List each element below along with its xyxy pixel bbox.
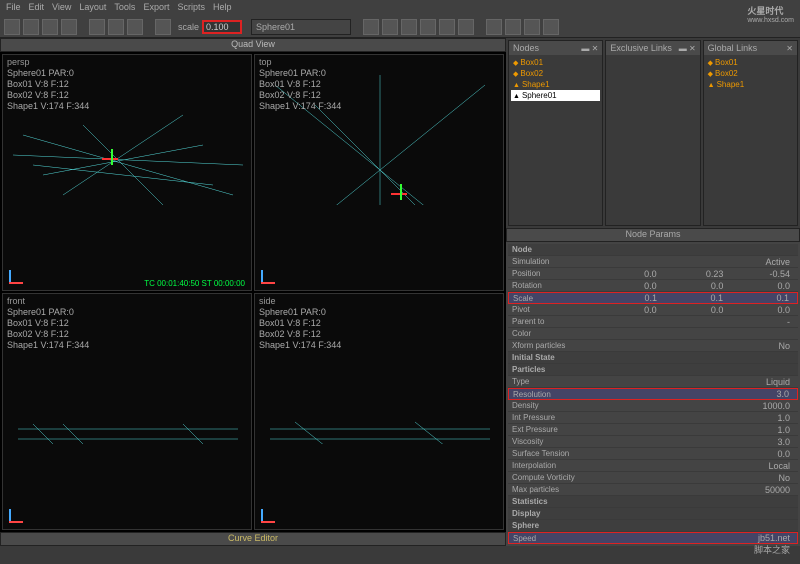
param-row[interactable]: Resolution3.0 [508, 388, 798, 400]
node-item[interactable]: Box02 [706, 68, 795, 79]
tool-icon[interactable] [439, 19, 455, 35]
menu-bar: File Edit View Layout Tools Export Scripts Help [0, 0, 800, 16]
curve-editor-title[interactable]: Curve Editor [0, 532, 506, 546]
param-row[interactable]: Ext Pressure1.0 [508, 424, 798, 436]
axis-icon [261, 499, 285, 523]
quad-viewport: perspSphere01 PAR:0Box01 V:8 F:12Box02 V… [0, 52, 506, 532]
tool-icon[interactable] [42, 19, 58, 35]
tool-icon[interactable] [420, 19, 436, 35]
scale-label: scale [178, 22, 199, 32]
viewport-persp[interactable]: perspSphere01 PAR:0Box01 V:8 F:12Box02 V… [2, 54, 252, 291]
nodes-panel: Nodes▬ ✕ Box01Box02Shape1Sphere01 [508, 40, 603, 226]
tool-icon[interactable] [505, 19, 521, 35]
node-params-title: Node Params [506, 228, 800, 242]
axis-icon [9, 260, 33, 284]
tool-icon[interactable] [458, 19, 474, 35]
param-row: Statistics [508, 496, 798, 508]
menu-edit[interactable]: Edit [29, 2, 45, 14]
param-row[interactable]: Max particles50000 [508, 484, 798, 496]
menu-layout[interactable]: Layout [79, 2, 106, 14]
quad-view-title: Quad View [0, 38, 506, 52]
tool-icon[interactable] [61, 19, 77, 35]
tool-icon[interactable] [382, 19, 398, 35]
param-row[interactable]: Pivot0.00.00.0 [508, 304, 798, 316]
param-row[interactable]: Scale0.10.10.1 [508, 292, 798, 304]
param-row[interactable]: Surface Tension0.0 [508, 448, 798, 460]
viewport-side[interactable]: sideSphere01 PAR:0Box01 V:8 F:12Box02 V:… [254, 293, 504, 530]
node-item[interactable]: Shape1 [706, 79, 795, 90]
param-row[interactable]: Parent to- [508, 316, 798, 328]
param-row[interactable]: Int Pressure1.0 [508, 412, 798, 424]
tool-icon[interactable] [4, 19, 20, 35]
menu-file[interactable]: File [6, 2, 21, 14]
viewport-top[interactable]: topSphere01 PAR:0Box01 V:8 F:12Box02 V:8… [254, 54, 504, 291]
scale-input[interactable] [202, 20, 242, 34]
node-params-panel: NodeSimulationActivePosition0.00.23-0.54… [506, 242, 800, 546]
node-item[interactable]: Box01 [706, 57, 795, 68]
param-row[interactable]: Rotation0.00.00.0 [508, 280, 798, 292]
panel-close-icon[interactable]: ▬ ✕ [679, 44, 696, 53]
param-row: Initial State [508, 352, 798, 364]
tool-icon[interactable] [401, 19, 417, 35]
global-links-panel: Global Links✕ Box01Box02Shape1 [703, 40, 798, 226]
logo: 火星时代www.hxsd.com [747, 4, 794, 24]
param-row[interactable]: Xform particlesNo [508, 340, 798, 352]
tool-icon[interactable] [486, 19, 502, 35]
param-row: Display [508, 508, 798, 520]
param-row[interactable]: Compute VorticityNo [508, 472, 798, 484]
param-row[interactable]: Color [508, 328, 798, 340]
transform-gizmo[interactable] [102, 149, 122, 169]
param-row: Particles [508, 364, 798, 376]
node-item[interactable]: Box01 [511, 57, 600, 68]
watermark: jb51.net脚本之家 [754, 533, 790, 556]
param-row[interactable]: TypeLiquid [508, 376, 798, 388]
param-row[interactable]: Density1000.0 [508, 400, 798, 412]
panel-close-icon[interactable]: ▬ ✕ [581, 44, 598, 53]
menu-help[interactable]: Help [213, 2, 232, 14]
menu-export[interactable]: Export [143, 2, 169, 14]
axis-icon [9, 499, 33, 523]
tool-icon[interactable] [543, 19, 559, 35]
node-item[interactable]: Shape1 [511, 79, 600, 90]
param-row: Node [508, 244, 798, 256]
param-row: Sphere [508, 520, 798, 532]
tool-icon[interactable] [155, 19, 171, 35]
toolbar: scale Sphere01 [0, 16, 800, 38]
menu-view[interactable]: View [52, 2, 71, 14]
tool-icon[interactable] [89, 19, 105, 35]
axis-icon [261, 260, 285, 284]
param-row[interactable]: Viscosity3.0 [508, 436, 798, 448]
node-item[interactable]: Sphere01 [511, 90, 600, 101]
param-row[interactable]: InterpolationLocal [508, 460, 798, 472]
tool-icon[interactable] [524, 19, 540, 35]
object-combo[interactable]: Sphere01 [251, 19, 351, 35]
param-row[interactable]: SimulationActive [508, 256, 798, 268]
transform-gizmo[interactable] [391, 184, 411, 204]
viewport-front[interactable]: frontSphere01 PAR:0Box01 V:8 F:12Box02 V… [2, 293, 252, 530]
tool-icon[interactable] [363, 19, 379, 35]
menu-tools[interactable]: Tools [114, 2, 135, 14]
tool-icon[interactable] [23, 19, 39, 35]
node-item[interactable]: Box02 [511, 68, 600, 79]
menu-scripts[interactable]: Scripts [177, 2, 205, 14]
panel-close-icon[interactable]: ✕ [786, 44, 793, 53]
tool-icon[interactable] [108, 19, 124, 35]
exclusive-links-panel: Exclusive Links▬ ✕ [605, 40, 700, 226]
tool-icon[interactable] [127, 19, 143, 35]
param-row[interactable]: Position0.00.23-0.54 [508, 268, 798, 280]
